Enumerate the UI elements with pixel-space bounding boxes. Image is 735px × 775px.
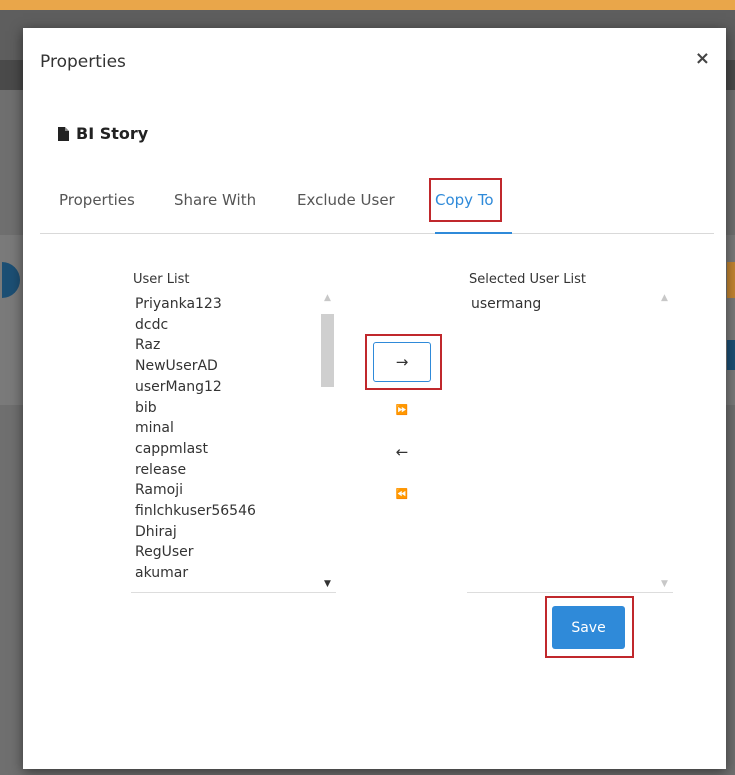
list-item[interactable]: usermang: [471, 294, 655, 315]
double-arrow-left-icon: ⏪: [395, 488, 409, 500]
move-left-button[interactable]: ←: [373, 432, 431, 472]
scroll-down-arrow-icon[interactable]: ▼: [319, 576, 336, 592]
background-panel-right: [725, 235, 735, 405]
list-item[interactable]: Dhiraj: [135, 522, 318, 543]
arrow-right-icon: →: [395, 353, 409, 371]
item-name: BI Story: [76, 124, 149, 143]
user-list[interactable]: Priyanka123 dcdc Raz NewUserAD userMang1…: [131, 290, 336, 593]
list-item[interactable]: minal: [135, 418, 318, 439]
list-item[interactable]: dcdc: [135, 315, 318, 336]
list-item[interactable]: Priyanka123: [135, 294, 318, 315]
close-button[interactable]: ×: [695, 50, 710, 68]
list-item[interactable]: userMang12: [135, 377, 318, 398]
selected-user-list[interactable]: usermang ▲ ▼: [467, 290, 673, 593]
background-graphic: [727, 262, 735, 298]
tab-copy-to[interactable]: Copy To: [435, 176, 512, 234]
scroll-down-arrow-icon[interactable]: ▼: [656, 576, 673, 592]
tab-share-with[interactable]: Share With: [174, 176, 256, 232]
save-button[interactable]: Save: [552, 606, 625, 649]
list-item[interactable]: RegUser: [135, 542, 318, 563]
double-arrow-right-icon: ⏩: [395, 404, 409, 416]
list-item[interactable]: NewUserAD: [135, 356, 318, 377]
properties-dialog: Properties × BI Story Properties Share W…: [23, 28, 726, 769]
user-list-scrollbar[interactable]: ▲ ▼: [319, 290, 336, 592]
move-all-right-button[interactable]: ⏩: [373, 390, 431, 430]
list-item[interactable]: akumar: [135, 563, 318, 584]
scroll-up-arrow-icon[interactable]: ▲: [656, 290, 673, 306]
move-all-left-button[interactable]: ⏪: [373, 474, 431, 514]
dialog-title: Properties: [40, 52, 126, 72]
tab-copy-to-label: Copy To: [435, 191, 494, 209]
list-item[interactable]: release: [135, 460, 318, 481]
arrow-left-icon: ←: [395, 443, 409, 461]
item-heading: BI Story: [58, 124, 148, 143]
list-item[interactable]: Ramoji: [135, 480, 318, 501]
move-right-button[interactable]: →: [373, 342, 431, 382]
app-top-bar: [0, 0, 735, 10]
background-graphic: [727, 340, 735, 370]
user-list-label: User List: [133, 272, 190, 287]
tab-bar: Properties Share With Exclude User Copy …: [40, 176, 714, 234]
list-item[interactable]: cappmlast: [135, 439, 318, 460]
tab-exclude-user[interactable]: Exclude User: [297, 176, 395, 232]
tab-properties[interactable]: Properties: [59, 176, 135, 232]
scroll-thumb[interactable]: [321, 314, 334, 387]
scroll-up-arrow-icon[interactable]: ▲: [319, 290, 336, 306]
selected-user-list-label: Selected User List: [469, 272, 586, 287]
document-icon: [58, 126, 69, 141]
list-item[interactable]: Raz: [135, 335, 318, 356]
selected-list-scrollbar[interactable]: ▲ ▼: [656, 290, 673, 592]
list-item[interactable]: finlchkuser56546: [135, 501, 318, 522]
list-item[interactable]: bib: [135, 398, 318, 419]
